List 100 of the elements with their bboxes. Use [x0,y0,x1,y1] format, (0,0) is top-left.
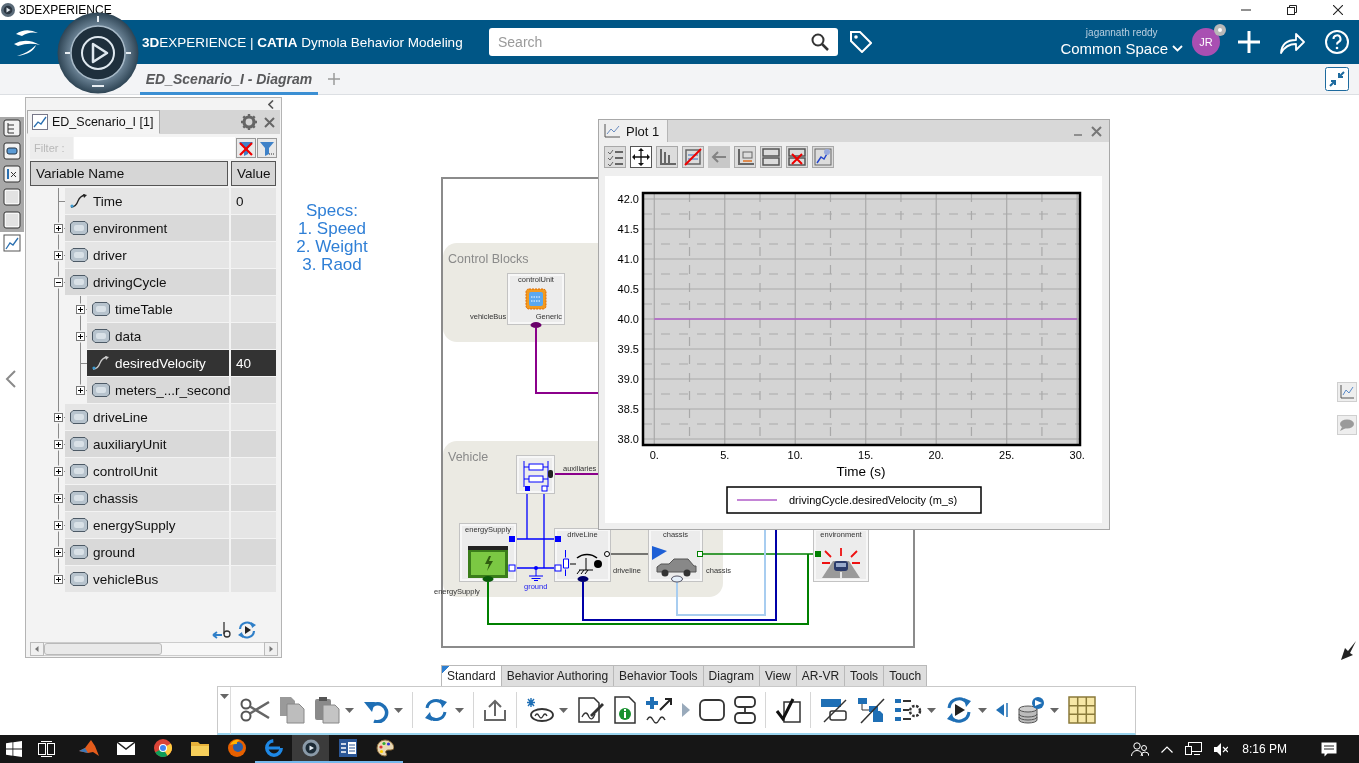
tree-item[interactable]: data [87,323,229,349]
circular-arrows-icon[interactable] [422,696,450,724]
expand-toggle[interactable] [54,251,63,260]
port-icon[interactable] [508,564,516,572]
layers-icon[interactable] [820,696,848,724]
toolbar-tab[interactable]: Tools [844,665,884,686]
settings-icon[interactable] [241,114,257,130]
taskbar-app[interactable] [292,735,329,763]
port-icon[interactable] [577,576,589,582]
toolbar-tab[interactable]: Behavior Authoring [500,665,614,686]
crossed-chart-icon[interactable] [682,146,704,168]
tree-item[interactable]: drivingCycle [65,269,229,295]
share-icon[interactable] [1280,30,1305,54]
window-icon[interactable] [0,186,24,209]
column-header[interactable]: Value [231,161,276,186]
expand-toggle[interactable] [76,305,85,314]
network-icon[interactable] [1185,742,1203,756]
tree-item[interactable]: energySupply [65,512,229,538]
expand-toggle[interactable] [54,575,63,584]
task-view-icon[interactable] [38,741,55,757]
plot-tab[interactable]: Plot 1 [599,120,669,142]
signed-page-icon[interactable] [577,696,605,724]
expand-toggle[interactable] [54,278,63,287]
scissors-icon[interactable] [240,698,270,722]
pages-icon[interactable] [279,696,305,724]
caret-icon[interactable] [219,693,229,699]
caret-icon[interactable] [455,707,464,713]
chevron-left-icon[interactable] [5,370,17,388]
people-icon[interactable] [1131,741,1150,757]
port-icon[interactable] [604,551,610,557]
expand-toggle[interactable] [54,413,63,422]
caret-icon[interactable] [345,707,354,713]
expand-toggle[interactable] [54,521,63,530]
clear-filter-icon[interactable] [236,138,256,158]
checkmark-icon[interactable] [775,697,801,723]
expand-toggle[interactable] [54,494,63,503]
axes-icon[interactable] [656,146,678,168]
split-rows-icon[interactable] [760,146,782,168]
plus-arrow-icon[interactable] [645,696,673,724]
clipboard-icon[interactable] [314,696,340,724]
expand-toggle[interactable] [54,224,63,233]
toolbar-tab[interactable]: Behavior Tools [613,665,703,686]
compass-icon[interactable] [57,12,139,94]
replay-icon[interactable] [237,620,257,640]
logo-icon[interactable] [12,27,42,57]
search-icon[interactable] [811,33,829,51]
tree-item[interactable]: driver [65,242,229,268]
start-icon[interactable] [6,741,22,757]
panel-tab[interactable]: ED_Scenario_I [1] [27,110,161,134]
caret-icon[interactable] [1050,707,1059,713]
tree-item[interactable]: ground [65,539,229,565]
clock[interactable]: 8:16 PM [1242,742,1287,756]
port-icon[interactable] [530,322,542,328]
tree-item[interactable]: meters_...r_second [87,377,229,403]
variables-icon[interactable] [0,163,24,186]
tree-item[interactable]: environment [65,215,229,241]
caret-icon[interactable] [978,707,987,713]
database-icon[interactable] [1017,696,1045,724]
back-triangle-icon[interactable] [996,703,1008,717]
caret-icon[interactable] [927,707,936,713]
search-field[interactable]: Search [489,28,838,56]
gear-list-icon[interactable] [894,696,922,724]
delete-rows-icon[interactable] [786,146,808,168]
chart-probe-icon[interactable] [812,146,834,168]
scroll-left-icon[interactable] [30,642,44,656]
checklist-icon[interactable] [604,146,626,168]
caret-icon[interactable] [559,707,568,713]
filter-field[interactable] [74,137,235,159]
toolbar-tab[interactable]: Standard [441,665,501,686]
chevron-up-icon[interactable] [1161,745,1174,753]
help-icon[interactable] [1325,30,1349,54]
upload-icon[interactable] [483,698,507,722]
collapse-arrows-icon[interactable] [1325,67,1349,91]
refresh-play-icon[interactable] [945,696,973,724]
rounded-square-icon[interactable] [699,699,725,721]
toolbar-tab[interactable]: Diagram [702,665,759,686]
tree-item[interactable]: auxiliaryUnit [65,431,229,457]
muted-volume-icon[interactable] [1214,741,1229,757]
expand-toggle[interactable] [54,548,63,557]
plot-icon[interactable] [0,232,24,255]
toolbar-tab[interactable]: Touch [883,665,928,686]
scrollbar-thumb[interactable] [44,643,162,655]
connector-block-icon[interactable] [526,697,554,723]
close-icon[interactable] [1333,5,1343,15]
filter-icon[interactable] [257,138,277,158]
column-header[interactable]: Variable Name [30,161,228,186]
toolbar-tab[interactable]: View [758,665,796,686]
expand-toggle[interactable] [76,332,85,341]
chevron-left-icon[interactable] [268,99,274,109]
expand-toggle[interactable] [54,467,63,476]
window-icon[interactable] [0,209,24,232]
move-arrows-icon[interactable] [630,146,652,168]
tag-icon[interactable] [850,31,872,53]
space-selector[interactable]: Common Space [1060,39,1183,58]
tree-item[interactable]: controlUnit [65,458,229,484]
document-tab[interactable]: ED_Scenario_I - Diagram [140,63,318,95]
tree-item[interactable]: timeTable [87,296,229,322]
tree-view-icon[interactable] [0,117,24,140]
avatar[interactable]: JR [1192,28,1220,56]
toolbar-tab[interactable]: AR-VR [795,665,845,686]
